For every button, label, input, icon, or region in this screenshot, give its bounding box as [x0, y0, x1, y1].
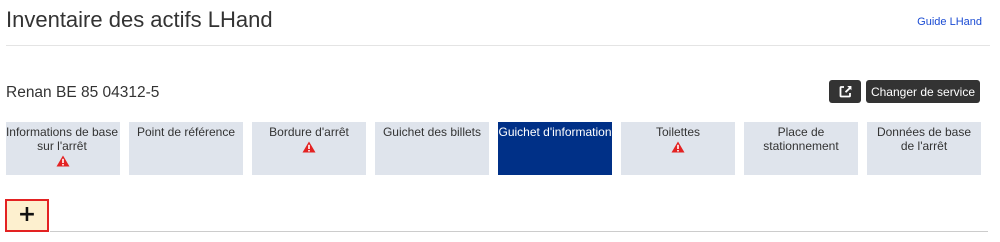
export-button[interactable]: [829, 80, 861, 103]
page-header: Inventaire des actifs LHand Guide LHand: [6, 0, 990, 46]
station-name: Renan BE 85 04312-5: [6, 84, 160, 101]
tab-label: Bordure d'arrêt: [269, 125, 349, 139]
external-link-icon: [839, 86, 851, 98]
tab-label: Guichet d'information: [498, 125, 612, 139]
tab-stop-edge[interactable]: Bordure d'arrêt: [252, 122, 366, 175]
tab-label: Toilettes: [655, 125, 701, 139]
page-title: Inventaire des actifs LHand: [6, 7, 273, 32]
tab-label: Informations de base sur l'arrêt: [6, 125, 119, 153]
tab-basic-info[interactable]: Informations de base sur l'arrêt: [6, 122, 120, 175]
tab-stop-base-data[interactable]: Données de base de l'arrêt: [867, 122, 981, 175]
plus-icon: +: [17, 201, 37, 227]
tab-ticket-counter[interactable]: Guichet des billets: [375, 122, 489, 175]
divider: [50, 231, 988, 232]
guide-link[interactable]: Guide LHand: [917, 16, 982, 28]
tab-reference-point[interactable]: Point de référence: [129, 122, 243, 175]
change-service-button[interactable]: Changer de service: [866, 80, 980, 103]
tab-label: Guichet des billets: [382, 125, 482, 139]
warning-icon: [302, 141, 316, 153]
warning-icon: [671, 141, 685, 153]
tab-label: Point de référence: [136, 125, 236, 139]
tab-label: Données de base de l'arrêt: [876, 125, 972, 153]
add-button[interactable]: +: [5, 199, 49, 232]
tab-toilets[interactable]: Toilettes: [621, 122, 735, 175]
tab-information-counter[interactable]: Guichet d'information: [498, 122, 612, 175]
warning-icon: [56, 155, 70, 167]
tab-label: Place de stationnement: [763, 125, 839, 153]
tab-parking[interactable]: Place de stationnement: [744, 122, 858, 175]
